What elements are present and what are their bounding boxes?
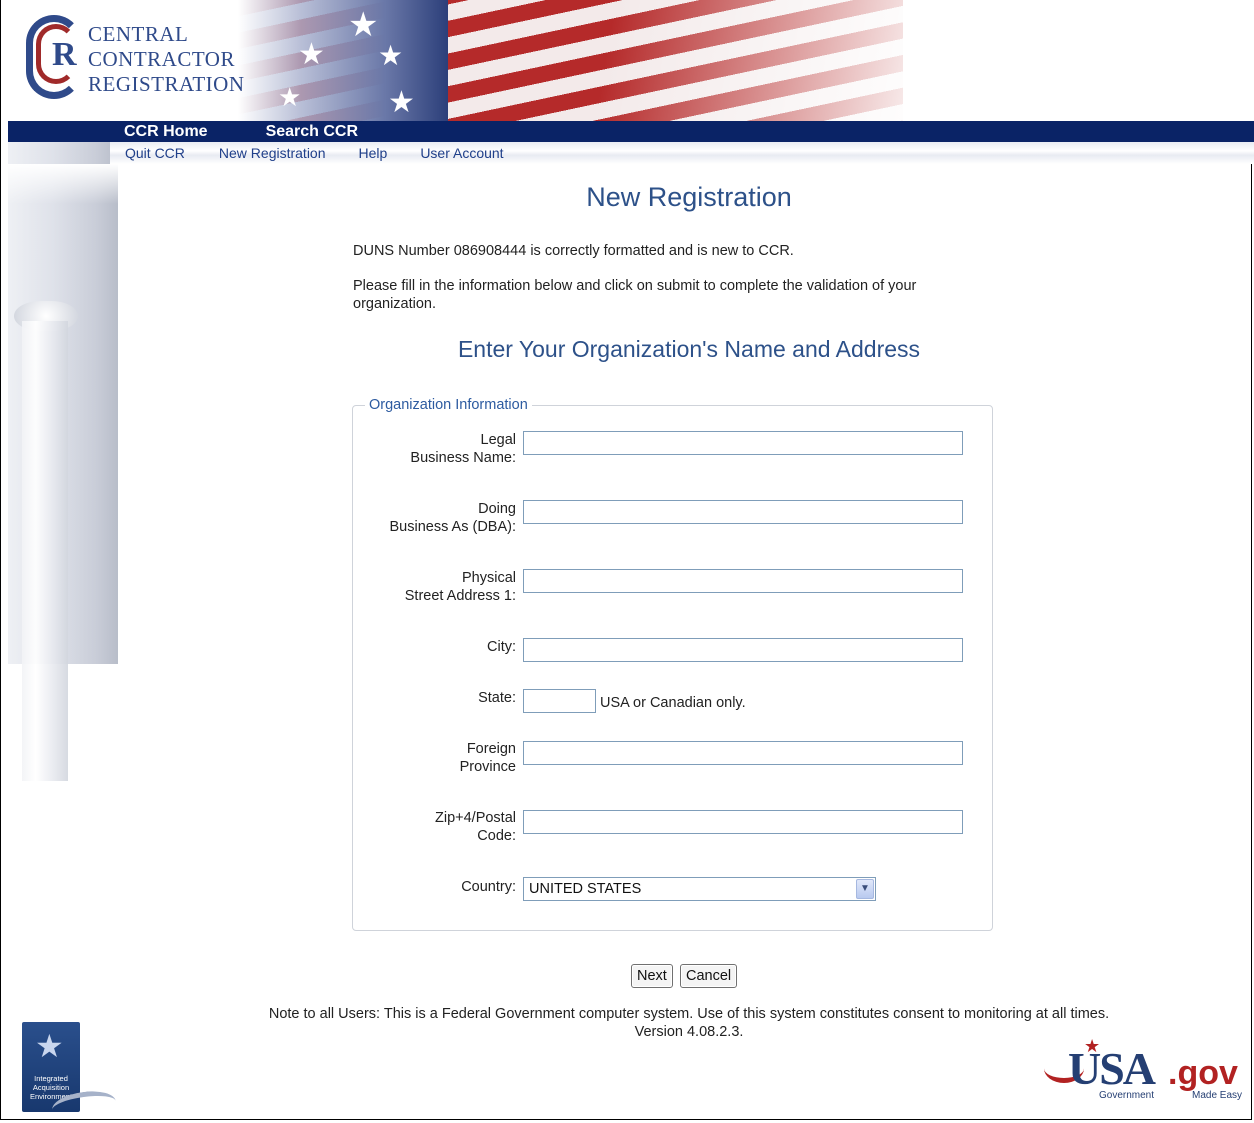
city-field[interactable]	[523, 638, 963, 662]
nav-help[interactable]: Help	[359, 144, 388, 162]
chevron-down-icon[interactable]: ▼	[856, 879, 874, 899]
street-label: Physical Street Address 1:	[404, 570, 516, 604]
dba-field[interactable]	[523, 500, 963, 524]
duns-message: DUNS Number 086908444 is correctly forma…	[353, 243, 794, 259]
state-field[interactable]	[523, 689, 596, 713]
cancel-button[interactable]: Cancel	[680, 964, 738, 988]
flag-graphic: ★ ★ ★ ★ ★	[238, 0, 903, 122]
next-button[interactable]: Next	[631, 964, 673, 988]
footer-note: Note to all Users: This is a Federal Gov…	[268, 1006, 1110, 1040]
zip-field[interactable]	[523, 810, 963, 834]
dba-label: Doing Business As (DBA):	[389, 501, 516, 535]
header-banner: ★ ★ ★ ★ ★ R CENTRAL CONTRACTOR REGISTRAT…	[8, 0, 1254, 122]
logo-wordmark: CENTRAL CONTRACTOR REGISTRATION	[88, 22, 245, 96]
nav-user-account[interactable]: User Account	[420, 144, 503, 162]
star-icon: ★	[388, 86, 415, 119]
instructions-text: Please fill in the information below and…	[353, 278, 917, 312]
legal-name-label: Legal Business Name:	[410, 432, 516, 466]
country-value: UNITED STATES	[529, 881, 642, 897]
province-label: Foreign Province	[459, 741, 516, 775]
fieldset-legend: Organization Information	[365, 397, 532, 413]
main-nav: CCR Home Search CCR	[124, 122, 358, 142]
star-icon: ★	[348, 6, 379, 44]
nav-search-ccr[interactable]: Search CCR	[266, 122, 358, 142]
star-icon: ★	[378, 40, 404, 71]
legal-name-field[interactable]	[523, 431, 963, 455]
star-icon: ★	[298, 38, 325, 71]
logo-letter: R	[52, 36, 77, 73]
star-icon: ★	[35, 1028, 64, 1064]
country-label: Country:	[461, 879, 516, 895]
page-title: New Registration	[586, 182, 792, 212]
nav-new-registration[interactable]: New Registration	[219, 144, 326, 162]
province-field[interactable]	[523, 741, 963, 765]
country-select[interactable]: UNITED STATES ▼	[523, 877, 876, 901]
star-icon: ★	[278, 82, 302, 112]
nav-quit-ccr[interactable]: Quit CCR	[125, 144, 185, 162]
sub-nav: Quit CCR New Registration Help User Acco…	[125, 144, 504, 162]
usagov-logo[interactable]: ★ USA .gov Government Made Easy	[1044, 1036, 1249, 1104]
city-label: City:	[487, 639, 516, 655]
column-graphic	[22, 321, 68, 781]
ccr-logo[interactable]: R CENTRAL CONTRACTOR REGISTRATION	[26, 10, 256, 105]
iae-logo[interactable]: ★ Integrated Acquisition Environment	[22, 1022, 118, 1123]
section-title: Enter Your Organization's Name and Addre…	[457, 336, 921, 362]
state-note: USA or Canadian only.	[600, 695, 746, 711]
street-field[interactable]	[523, 569, 963, 593]
state-label: State:	[478, 690, 516, 706]
zip-label: Zip+4/Postal Code:	[434, 810, 516, 844]
nav-ccr-home[interactable]: CCR Home	[124, 122, 208, 142]
organization-fieldset	[352, 405, 993, 931]
